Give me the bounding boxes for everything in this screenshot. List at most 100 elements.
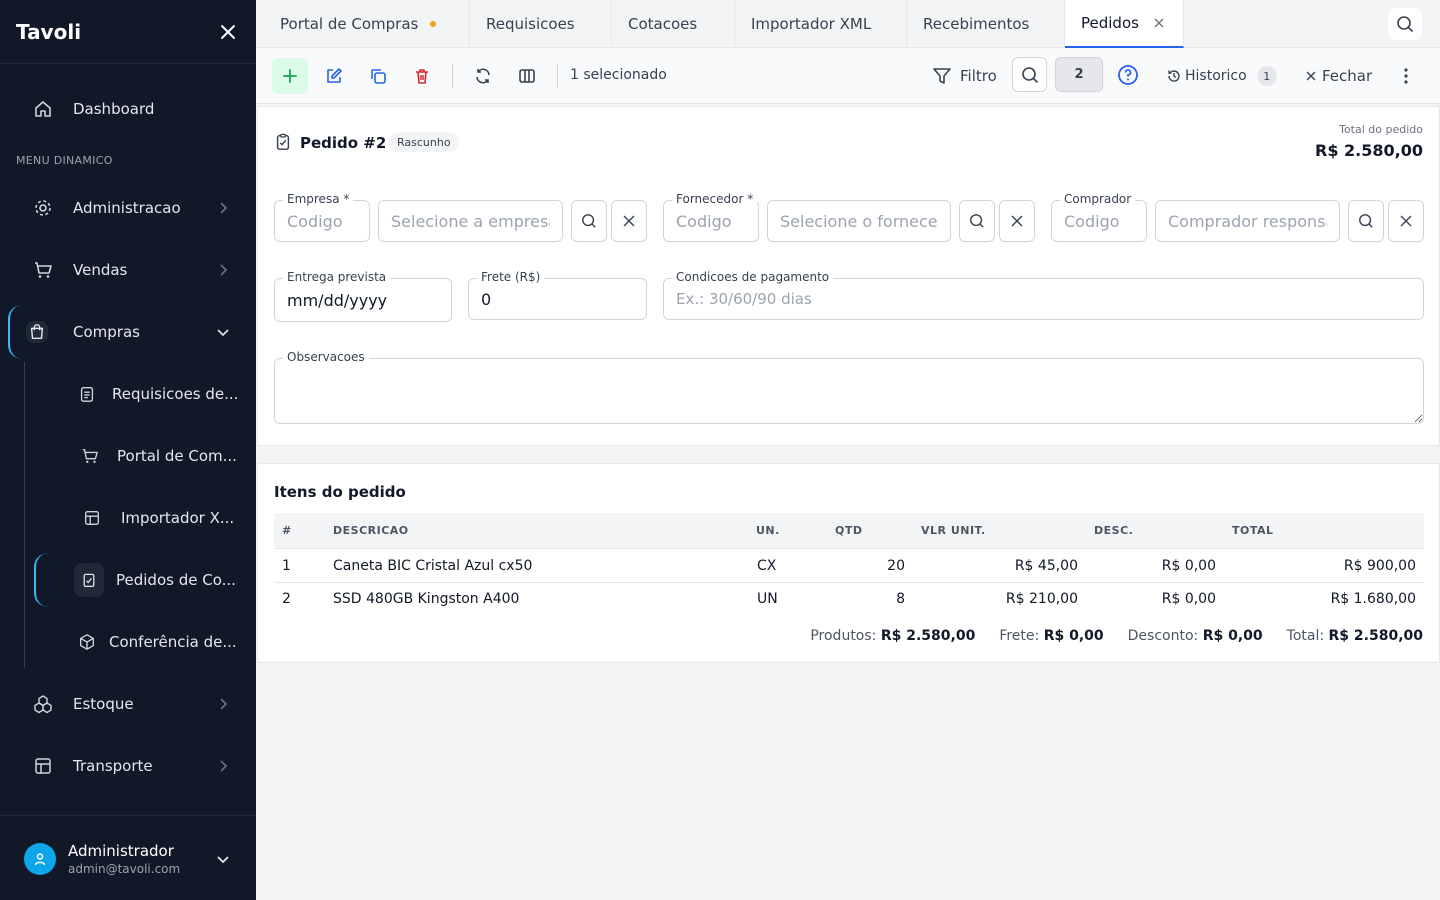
help-button[interactable] (1117, 64, 1139, 86)
history-button[interactable]: Historico 1 (1167, 62, 1277, 90)
comprador-label: Comprador (1060, 192, 1136, 206)
more-options-button[interactable] (1396, 66, 1416, 86)
empresa-clear-button[interactable] (611, 200, 647, 242)
frete-input[interactable] (469, 279, 646, 319)
boxes-icon (32, 693, 54, 715)
tab-portal-de-compras[interactable]: Portal de Compras (264, 0, 470, 48)
columns-button[interactable] (509, 58, 545, 94)
fornecedor-code-input[interactable] (664, 201, 758, 241)
order-title: Pedido #2 (300, 134, 387, 152)
fornecedor-name-field (767, 200, 951, 242)
history-icon (1168, 70, 1180, 82)
sidebar-item-administracao[interactable]: Administracao (0, 182, 256, 234)
tab-importador-xml[interactable]: Importador XML (735, 0, 907, 48)
tab-cotacoes[interactable]: Cotacoes (612, 0, 735, 48)
tab-requisicoes[interactable]: Requisicoes (470, 0, 612, 48)
sidebar-subitem-pedidos[interactable]: Pedidos de Co... (0, 554, 256, 606)
search-button[interactable] (1012, 57, 1047, 92)
filter-icon (933, 68, 951, 84)
frete-field: Frete (R$) (468, 270, 647, 320)
sidebar-subitem-portal[interactable]: Portal de Com... (0, 430, 256, 482)
entrega-field: Entrega prevista (274, 270, 452, 322)
sidebar-item-estoque[interactable]: Estoque (0, 678, 256, 730)
edit-button[interactable] (316, 58, 352, 94)
empresa-search-button[interactable] (571, 200, 607, 242)
row-discount: R$ 0,00 (1161, 591, 1216, 607)
sidebar-subitem-label: Pedidos de Co... (116, 571, 236, 589)
search-icon (1021, 66, 1038, 83)
add-button[interactable] (272, 58, 308, 94)
table-row[interactable]: 1 Caneta BIC Cristal Azul cx50 CX 20 R$ … (274, 550, 1424, 583)
delete-button[interactable] (404, 58, 440, 94)
comprador-clear-button[interactable] (1388, 200, 1424, 242)
row-unit: CX (757, 558, 777, 574)
entrega-label: Entrega prevista (283, 270, 391, 284)
search-icon (1359, 214, 1373, 228)
condicoes-field: Condicoes de pagamento (663, 270, 1424, 320)
sidebar-item-compras[interactable]: Compras (0, 306, 256, 358)
tab-recebimentos[interactable]: Recebimentos (907, 0, 1065, 48)
sidebar: Tavoli Dashboard MENU DINAMICO Administr… (0, 0, 256, 900)
page-indicator[interactable]: 2 (1055, 57, 1103, 92)
layout-icon (81, 507, 103, 529)
comprador-search-button[interactable] (1348, 200, 1384, 242)
sidebar-item-vendas[interactable]: Vendas (0, 244, 256, 296)
global-search-button[interactable] (1388, 8, 1422, 40)
row-total: R$ 1.680,00 (1330, 591, 1416, 607)
close-label: Fechar (1322, 67, 1373, 85)
search-icon (1397, 16, 1413, 32)
empresa-code-input[interactable] (275, 201, 369, 241)
tab-pedidos[interactable]: Pedidos (1065, 0, 1184, 48)
toolbar: 1 selecionado Filtro 2 Historico 1 Fecha… (256, 48, 1440, 104)
order-total-label: Total do pedido (1339, 123, 1423, 136)
user-menu[interactable]: Administrador admin@tavoli.com (0, 815, 256, 900)
comprador-name-field (1155, 200, 1340, 242)
close-icon (623, 215, 635, 227)
summary-frete: Frete: R$ 0,00 (999, 628, 1104, 644)
close-icon (1400, 215, 1412, 227)
sidebar-subitem-label: Importador X... (121, 509, 235, 527)
sidebar-item-label: Compras (73, 323, 140, 341)
history-count-badge: 1 (1256, 66, 1277, 86)
tab-label: Pedidos (1081, 14, 1139, 32)
unsaved-dot (430, 21, 437, 27)
sidebar-close-button[interactable] (216, 20, 240, 44)
empresa-label: Empresa * (283, 192, 354, 206)
close-icon (221, 24, 235, 39)
search-icon (582, 214, 596, 228)
sidebar-subitem-requisicoes[interactable]: Requisicoes de... (0, 368, 256, 420)
fornecedor-clear-button[interactable] (999, 200, 1035, 242)
observacoes-textarea[interactable] (275, 359, 1423, 423)
filter-button[interactable]: Filtro (932, 58, 997, 94)
sidebar-item-dashboard[interactable]: Dashboard (0, 83, 256, 135)
order-form-card: Pedido #2 Rascunho Total do pedido R$ 2.… (257, 106, 1440, 446)
table-row[interactable]: 2 SSD 480GB Kingston A400 UN 8 R$ 210,00… (274, 583, 1424, 616)
filter-label: Filtro (960, 67, 997, 85)
gear-icon (32, 197, 54, 219)
refresh-button[interactable] (465, 58, 501, 94)
copy-icon (371, 69, 386, 84)
close-button[interactable]: Fechar (1306, 62, 1372, 90)
row-unit: UN (757, 591, 778, 607)
more-vertical-icon (1404, 68, 1408, 84)
condicoes-input[interactable] (664, 279, 1423, 319)
row-quantity: 8 (896, 591, 905, 607)
fornecedor-name-input[interactable] (768, 201, 950, 241)
chevron-right-icon (220, 698, 228, 710)
sidebar-item-transporte[interactable]: Transporte (0, 740, 256, 792)
empresa-name-input[interactable] (379, 201, 562, 241)
entrega-date-input[interactable] (275, 279, 451, 321)
chevron-right-icon (220, 760, 228, 772)
sidebar-subitem-importador[interactable]: Importador X... (0, 492, 256, 544)
user-email: admin@tavoli.com (68, 862, 181, 876)
comprador-code-input[interactable] (1052, 201, 1146, 241)
search-icon (970, 214, 984, 228)
comprador-name-input[interactable] (1156, 201, 1339, 241)
fornecedor-search-button[interactable] (959, 200, 995, 242)
help-circle-icon (1118, 65, 1138, 85)
duplicate-button[interactable] (360, 58, 396, 94)
items-summary: Produtos: R$ 2.580,00 Frete: R$ 0,00 Des… (810, 628, 1423, 644)
plus-icon (283, 69, 297, 83)
tab-label: Importador XML (751, 15, 872, 33)
sidebar-subitem-conferencia[interactable]: Conferência de... (0, 616, 256, 668)
